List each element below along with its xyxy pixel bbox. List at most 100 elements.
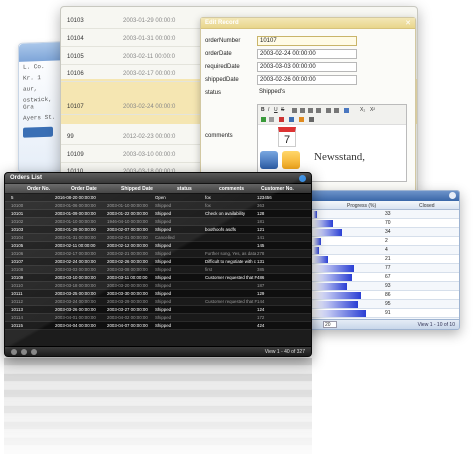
table-row[interactable]: 2: [301, 237, 459, 246]
table-row[interactable]: 86: [301, 291, 459, 300]
search-icon[interactable]: [11, 349, 17, 355]
table-row[interactable]: 99 2012-02-23 00:00:0: [61, 129, 207, 145]
table-row[interactable]: 10107 2003-02-24 00:00:0: [61, 99, 207, 115]
table-row[interactable]: 10104 2003-01-31 00:00:00 2003-02-01 00:00…: [5, 234, 311, 242]
table-row[interactable]: 4: [301, 246, 459, 255]
remove-format-icon[interactable]: [279, 117, 284, 122]
table-row[interactable]: 10101 2003-01-09 00:00:00 2003-01-22 00:00…: [5, 210, 311, 218]
comments-editor[interactable]: B I U S X₂ X² 7 Newsstand,: [257, 104, 407, 182]
table-row[interactable]: 10103 2003-01-29 00:00:00 2003-02-07 00:00…: [5, 226, 311, 234]
table-row[interactable]: 10115 2003-04-04 00:00:00 2003-04-07 00:00…: [5, 322, 311, 330]
table-row[interactable]: 93: [301, 282, 459, 291]
table-row[interactable]: 77: [301, 264, 459, 273]
table-row[interactable]: 10110 2003-03-18 00:00:00 2003-03-20 00:00…: [5, 282, 311, 290]
progress-bar: [313, 274, 352, 281]
status-cell: Shipped: [155, 315, 172, 320]
table-row[interactable]: 10109 2003-03-10 00:00:0: [61, 147, 207, 163]
comments-cell: boothoofs asdfs: [205, 227, 237, 232]
progress-bar: [313, 256, 328, 263]
status-cell: Shipped: [155, 251, 172, 256]
align-center-icon[interactable]: [300, 108, 305, 113]
customer-no-cell: 123456: [257, 195, 272, 200]
table-row[interactable]: 10107 2003-02-24 00:00:00 2003-02-26 00:00…: [5, 258, 311, 266]
unlink-icon[interactable]: [269, 117, 274, 122]
background-panel-button[interactable]: [23, 126, 53, 138]
table-row[interactable]: 10100 2003-01-06 00:00:00 2003-01-10 00:00…: [5, 202, 311, 210]
image-icon[interactable]: [344, 108, 349, 113]
table-row[interactable]: 10111 2003-03-25 00:00:00 2003-03-30 00:00…: [5, 290, 311, 298]
justify-icon[interactable]: [316, 108, 321, 113]
table-row[interactable]: 34: [301, 228, 459, 237]
align-left-icon[interactable]: [292, 108, 297, 113]
customer-no-cell: 145: [257, 243, 265, 248]
shipped-date-cell: 2003-01-22 00:00:00: [107, 211, 148, 216]
closed-cell: 4: [385, 247, 388, 253]
table-row[interactable]: 67: [301, 273, 459, 282]
field-input[interactable]: 2003-02-24 00:00:00: [257, 49, 357, 59]
list-icon[interactable]: [326, 108, 331, 113]
table-row[interactable]: 10113 2003-03-26 00:00:00 2003-03-27 00:00…: [5, 306, 311, 314]
table-row[interactable]: 10105 2003-02-11 00:00:00 2003-02-12 00:00…: [5, 242, 311, 250]
source-icon[interactable]: [309, 117, 314, 122]
orders-list-reflection: [4, 358, 312, 468]
emoticon-icon[interactable]: [299, 117, 304, 122]
reflection-row: [4, 382, 312, 390]
table-row[interactable]: 70: [301, 219, 459, 228]
column-header-shipped-date[interactable]: Shipped Date: [121, 186, 153, 192]
table-row[interactable]: 10114 2003-04-01 00:00:00 2003-04-02 00:00…: [5, 314, 311, 322]
column-header-comments[interactable]: comments: [219, 186, 244, 192]
table-row[interactable]: 10109 2003-03-10 00:00:00 2003-03-11 00:00…: [5, 274, 311, 282]
order-no-cell: 10108: [11, 267, 24, 272]
table-row[interactable]: 10105 2003-02-11 00:00:0: [61, 49, 207, 65]
refresh-icon[interactable]: [21, 349, 27, 355]
column-header-order-no[interactable]: Order No.: [27, 186, 50, 192]
orders-list-title: Orders List: [10, 175, 43, 181]
table-row[interactable]: 10103 2003-01-29 00:00:0: [61, 13, 207, 29]
indent-icon[interactable]: [334, 108, 339, 113]
field-label: shippedDate: [205, 77, 239, 83]
column-header-closed[interactable]: Closed: [419, 203, 435, 209]
table-row[interactable]: 21: [301, 255, 459, 264]
order-date-cell: 2003-03-03 00:00:00: [55, 267, 96, 272]
superscript-icon[interactable]: X²: [370, 107, 375, 113]
subscript-icon[interactable]: X₂: [360, 107, 365, 113]
field-input[interactable]: Shipped's: [257, 88, 357, 98]
italic-icon[interactable]: I: [268, 107, 269, 113]
status-cell: Shipped: [155, 211, 172, 216]
order-date-cell: 2003-04-04 00:00:00: [55, 323, 96, 328]
field-input[interactable]: 2003-03-03 00:00:00: [257, 62, 357, 72]
gear-icon[interactable]: [299, 175, 306, 182]
gear-icon[interactable]: [449, 192, 456, 199]
close-icon[interactable]: ✕: [405, 19, 411, 27]
field-input[interactable]: 10107: [257, 36, 357, 46]
order-date-cell: 2003-03-18 00:00:00: [55, 283, 96, 288]
underline-icon[interactable]: U: [274, 107, 278, 113]
order-date-cell: 2012-02-23 00:00:0: [123, 134, 176, 140]
table-row[interactable]: 10112 2003-03-24 00:00:00 2003-03-29 00:00…: [5, 298, 311, 306]
page-size-select[interactable]: 20: [323, 321, 337, 328]
shipped-date-cell: 2003-04-07 00:00:00: [107, 323, 148, 328]
table-row[interactable]: 95: [301, 300, 459, 309]
shipped-date-cell: 2003-03-20 00:00:00: [107, 283, 148, 288]
table-row[interactable]: 10102 2003-01-10 00:00:00 1946-04-10 00:00…: [5, 218, 311, 226]
column-header-customer-no[interactable]: Customer No.: [261, 186, 294, 192]
table-row[interactable]: 10108 2003-03-03 00:00:00 2003-03-08 00:00…: [5, 266, 311, 274]
column-header-progress[interactable]: Progress (%): [347, 203, 376, 209]
table-row[interactable]: 5 2016-08-20 00:00:00 Open fox 123456: [5, 194, 311, 202]
column-header-status[interactable]: status: [177, 186, 192, 192]
link-icon[interactable]: [261, 117, 266, 122]
align-right-icon[interactable]: [308, 108, 313, 113]
table-row[interactable]: 91: [301, 309, 459, 318]
table-row[interactable]: 10106 2003-02-17 00:00:0: [61, 66, 207, 82]
table-row[interactable]: 10106 2003-02-17 00:00:00 2003-02-21 00:00…: [5, 250, 311, 258]
table-row[interactable]: 33: [301, 210, 459, 219]
field-input[interactable]: 2003-02-26 00:00:00: [257, 75, 357, 85]
table-row[interactable]: 10104 2003-01-31 00:00:0: [61, 31, 207, 47]
table-icon[interactable]: [289, 117, 294, 122]
strikethrough-icon[interactable]: S: [281, 107, 284, 113]
order-date-cell: 2003-03-24 00:00:00: [55, 299, 96, 304]
add-icon[interactable]: [31, 349, 37, 355]
field-label: orderDate: [205, 51, 232, 57]
column-header-order-date[interactable]: Order Date: [71, 186, 97, 192]
bold-icon[interactable]: B: [261, 107, 265, 113]
